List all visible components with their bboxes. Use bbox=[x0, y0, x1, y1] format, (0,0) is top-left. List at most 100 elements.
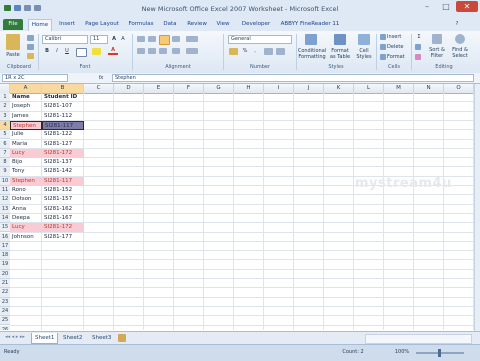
row-header[interactable]: 2 bbox=[0, 102, 10, 112]
help-icon[interactable]: ? bbox=[452, 19, 462, 30]
delete-cells-icon[interactable] bbox=[380, 44, 386, 50]
row-header[interactable]: 7 bbox=[0, 148, 10, 159]
bold-icon[interactable]: B bbox=[43, 48, 51, 54]
row-header[interactable]: 19 bbox=[0, 260, 10, 270]
table-cell[interactable]: SI281-142 bbox=[42, 167, 84, 176]
column-header-o[interactable]: O bbox=[444, 84, 474, 93]
conditional-formatting-icon[interactable] bbox=[305, 34, 317, 45]
sheet-nav-icons[interactable]: ◂◂ ◂ ▸ ▸▸ bbox=[3, 334, 27, 340]
tab-sheet2[interactable]: Sheet2 bbox=[60, 333, 85, 343]
table-cell[interactable]: Deepa bbox=[10, 214, 42, 223]
row-header[interactable]: 11 bbox=[0, 186, 10, 196]
sort-filter-button[interactable]: Sort & Filter bbox=[426, 47, 448, 59]
column-header-d[interactable]: D bbox=[114, 84, 144, 93]
table-cell[interactable]: SI281-152 bbox=[42, 186, 84, 195]
font-size-select[interactable]: 11 bbox=[90, 35, 108, 44]
row-header[interactable]: 4 bbox=[0, 120, 10, 131]
table-cell[interactable]: Joseph bbox=[10, 102, 42, 111]
row-header[interactable]: 25 bbox=[0, 316, 10, 326]
align-center-icon[interactable] bbox=[148, 48, 156, 54]
row-header[interactable]: 8 bbox=[0, 158, 10, 168]
zoom-slider-thumb[interactable] bbox=[438, 349, 441, 357]
column-title-cell[interactable]: Name bbox=[10, 93, 42, 102]
table-cell[interactable]: Johnson bbox=[10, 233, 42, 242]
percent-icon[interactable]: % bbox=[241, 48, 249, 54]
align-bottom-icon[interactable] bbox=[159, 35, 170, 45]
column-header-k[interactable]: K bbox=[324, 84, 354, 93]
insert-function-icon[interactable]: fx bbox=[96, 75, 106, 81]
column-title-cell[interactable]: Student ID bbox=[42, 93, 84, 102]
row-header[interactable]: 22 bbox=[0, 288, 10, 298]
insert-sheet-icon[interactable] bbox=[118, 334, 126, 342]
table-cell[interactable]: Bijo bbox=[10, 158, 42, 167]
find-select-button[interactable]: Find & Select bbox=[449, 47, 471, 59]
table-cell[interactable]: SI281-127 bbox=[42, 140, 84, 149]
table-cell[interactable]: Lucy bbox=[10, 148, 42, 159]
table-cell[interactable]: Lucy bbox=[10, 223, 42, 233]
tab-data[interactable]: Data bbox=[160, 19, 180, 30]
column-header-m[interactable]: M bbox=[384, 84, 414, 93]
increase-decimal-icon[interactable] bbox=[264, 48, 273, 55]
insert-button[interactable]: Insert bbox=[387, 34, 407, 40]
cell-styles-icon[interactable] bbox=[358, 34, 370, 45]
decrease-decimal-icon[interactable] bbox=[276, 48, 285, 55]
table-cell[interactable]: Anna bbox=[10, 205, 42, 214]
row-header[interactable]: 15 bbox=[0, 223, 10, 233]
tab-file[interactable]: File bbox=[3, 19, 23, 30]
font-name-select[interactable]: Calibri bbox=[42, 35, 88, 44]
tab-home[interactable]: Home bbox=[28, 19, 52, 31]
table-cell[interactable]: Stephen bbox=[10, 120, 42, 131]
tab-view[interactable]: View bbox=[213, 19, 233, 30]
row-header[interactable]: 26 bbox=[0, 325, 10, 330]
table-cell[interactable]: Julie bbox=[10, 130, 42, 139]
table-cell[interactable]: SI281-162 bbox=[42, 205, 84, 214]
select-all-corner[interactable] bbox=[0, 84, 10, 93]
row-header[interactable]: 13 bbox=[0, 204, 10, 214]
table-cell[interactable]: Stephen bbox=[10, 176, 42, 186]
row-header[interactable]: 18 bbox=[0, 251, 10, 261]
row-header[interactable]: 16 bbox=[0, 232, 10, 242]
table-cell[interactable]: Maria bbox=[10, 140, 42, 149]
row-header[interactable]: 17 bbox=[0, 241, 10, 252]
table-cell[interactable]: Rono bbox=[10, 186, 42, 195]
row-header[interactable]: 5 bbox=[0, 130, 10, 140]
orientation-icon[interactable] bbox=[172, 36, 180, 42]
row-header[interactable]: 24 bbox=[0, 306, 10, 317]
autosum-icon[interactable]: Σ bbox=[415, 34, 423, 40]
tab-sheet3[interactable]: Sheet3 bbox=[89, 333, 114, 343]
table-cell[interactable]: SI281-122 bbox=[42, 130, 84, 139]
column-header-c[interactable]: C bbox=[84, 84, 114, 93]
align-right-icon[interactable] bbox=[159, 48, 167, 54]
row-header[interactable]: 23 bbox=[0, 297, 10, 307]
italic-icon[interactable]: I bbox=[53, 48, 61, 54]
column-header-b[interactable]: B bbox=[42, 84, 84, 93]
conditional-formatting-button[interactable]: Conditional Formatting bbox=[297, 48, 327, 60]
table-cell[interactable]: Tony bbox=[10, 167, 42, 176]
vertical-scrollbar[interactable] bbox=[474, 84, 480, 331]
table-cell[interactable]: SI281-117 bbox=[42, 120, 84, 131]
row-header[interactable]: 1 bbox=[0, 93, 10, 103]
format-as-table-icon[interactable] bbox=[334, 34, 346, 45]
column-header-i[interactable]: I bbox=[264, 84, 294, 93]
table-cell[interactable]: SI281-177 bbox=[42, 233, 84, 242]
horizontal-scrollbar[interactable] bbox=[365, 334, 472, 344]
table-cell[interactable]: SI281-107 bbox=[42, 102, 84, 111]
clear-icon[interactable] bbox=[415, 54, 421, 60]
paste-icon[interactable] bbox=[6, 34, 20, 50]
cell-styles-button[interactable]: Cell Styles bbox=[354, 48, 374, 60]
formula-input[interactable]: Stephen bbox=[112, 74, 474, 82]
tab-abbyy[interactable]: ABBYY FineReader 11 bbox=[280, 19, 340, 30]
comma-icon[interactable]: , bbox=[251, 48, 259, 54]
tab-insert[interactable]: Insert bbox=[56, 19, 78, 30]
indent-icon[interactable] bbox=[172, 48, 180, 54]
column-header-e[interactable]: E bbox=[144, 84, 174, 93]
table-cell[interactable]: SI281-137 bbox=[42, 158, 84, 167]
table-cell[interactable]: SI281-112 bbox=[42, 112, 84, 121]
fill-color-icon[interactable] bbox=[92, 48, 101, 55]
column-header-f[interactable]: F bbox=[174, 84, 204, 93]
tab-sheet1[interactable]: Sheet1 bbox=[31, 333, 59, 344]
column-header-j[interactable]: J bbox=[294, 84, 324, 93]
table-cell[interactable]: SI281-172 bbox=[42, 148, 84, 159]
shrink-font-icon[interactable]: A bbox=[119, 36, 127, 42]
fill-icon[interactable] bbox=[415, 44, 421, 50]
